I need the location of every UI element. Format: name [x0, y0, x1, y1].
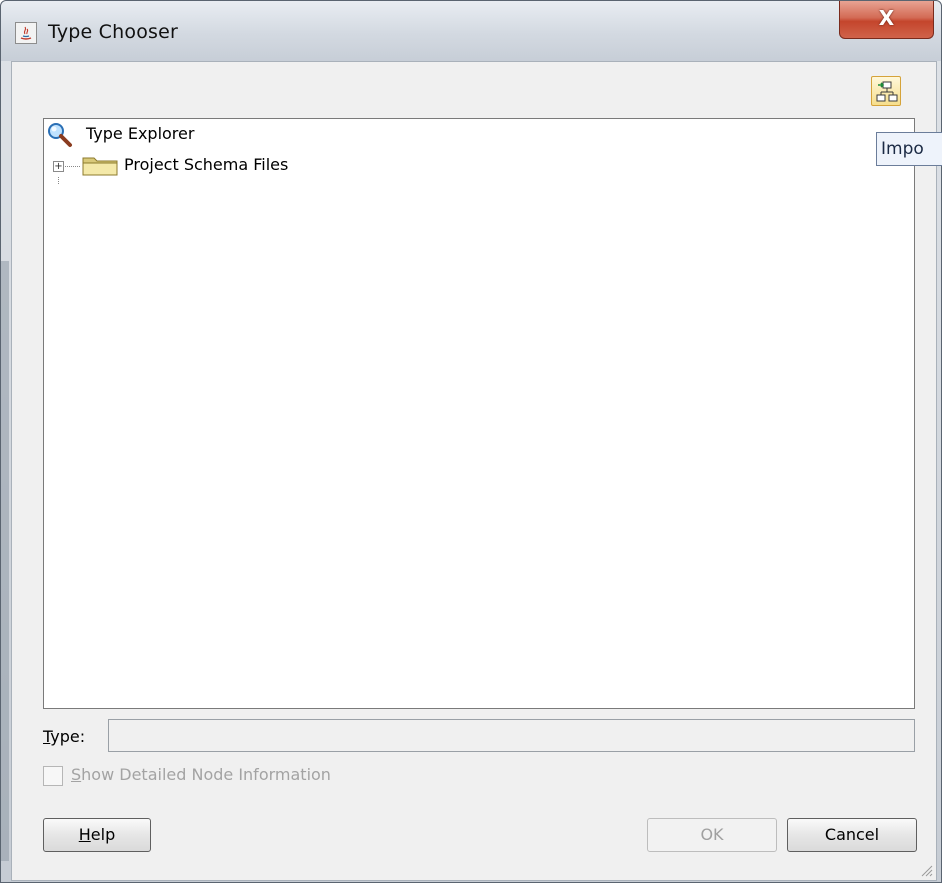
resize-grip-icon[interactable] — [919, 863, 933, 877]
type-field[interactable] — [108, 719, 915, 752]
ok-button[interactable]: OK — [647, 818, 777, 852]
import-schema-button[interactable] — [871, 76, 901, 106]
checkbox-box[interactable] — [43, 766, 63, 786]
checkbox-label: Show Detailed Node Information — [71, 765, 331, 784]
tree-connector — [58, 177, 59, 184]
expand-toggle-icon[interactable]: + — [53, 161, 64, 172]
java-app-icon — [15, 22, 37, 44]
folder-icon — [82, 154, 118, 180]
help-label-rest: elp — [90, 825, 116, 844]
tree-connector — [65, 166, 80, 167]
cancel-button[interactable]: Cancel — [787, 818, 917, 852]
help-mnemonic: H — [78, 825, 91, 844]
title-bar[interactable]: Type Chooser X — [1, 1, 941, 61]
window-edge — [1, 261, 9, 861]
type-explorer-tree[interactable]: Type Explorer + Project Schema Files — [43, 118, 915, 709]
checkbox-label-mnemonic: S — [71, 765, 82, 784]
help-button[interactable]: Help — [43, 818, 151, 852]
tree-root-label: Type Explorer — [86, 124, 195, 143]
import-tooltip: Impo — [876, 132, 942, 166]
tree-node-label: Project Schema Files — [124, 155, 289, 174]
close-button[interactable]: X — [839, 1, 934, 39]
magnifier-icon — [46, 122, 80, 152]
import-schema-icon — [876, 81, 898, 102]
type-label-rest: ype: — [50, 727, 86, 746]
checkbox-label-rest: how Detailed Node Information — [81, 765, 331, 784]
window-title: Type Chooser — [48, 21, 179, 43]
type-chooser-window: Type Chooser X Type Explorer + Project S… — [0, 0, 942, 883]
type-field-label: Type: — [43, 727, 85, 746]
